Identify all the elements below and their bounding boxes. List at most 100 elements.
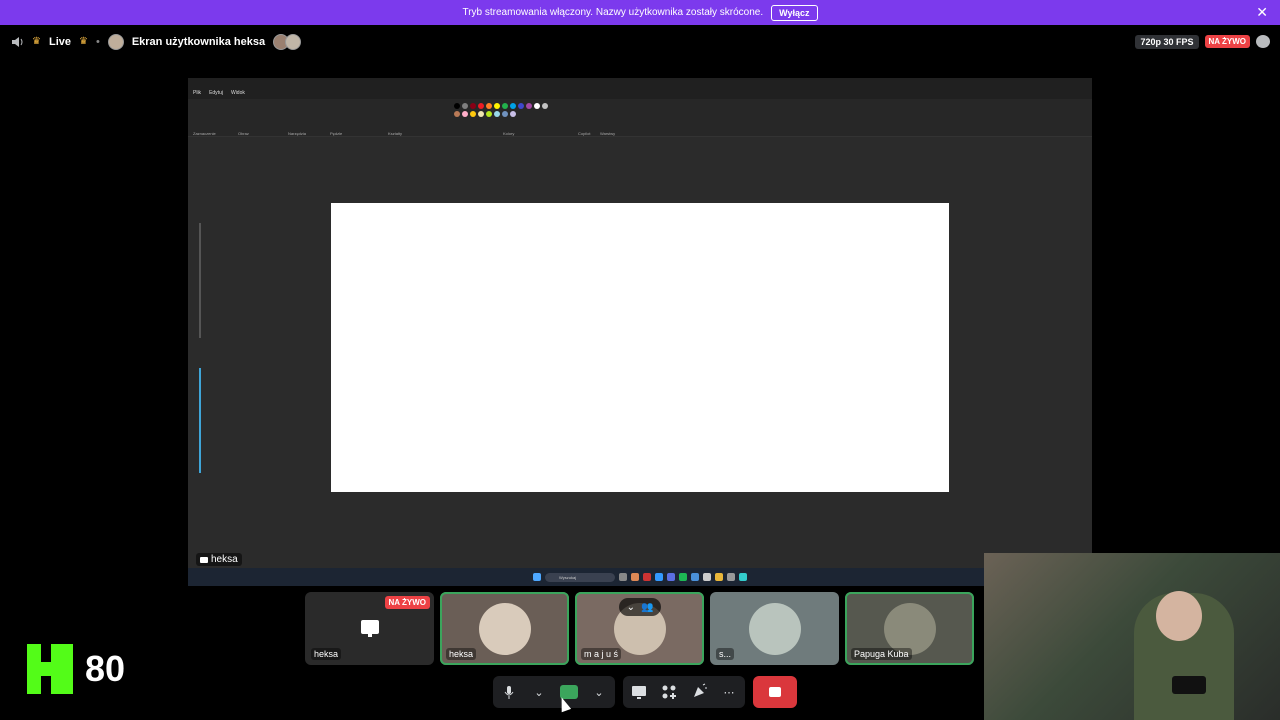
close-icon[interactable]: ✕	[1256, 4, 1268, 21]
ribbon-group-shapes[interactable]: Kształty	[388, 102, 408, 136]
live-label: Live	[48, 35, 71, 48]
taskbar-app-icon[interactable]	[703, 573, 711, 581]
streamer-webcam	[984, 553, 1280, 720]
separator: •	[95, 35, 100, 48]
call-controls: ⌄ ⌄ ⋯	[493, 676, 797, 708]
screen-owner-label: heksa	[196, 553, 242, 566]
taskbar-app-icon[interactable]	[655, 573, 663, 581]
color-swatch[interactable]	[470, 103, 476, 109]
mic-icon[interactable]	[499, 682, 519, 702]
taskbar-search[interactable]: Wyszukaj	[545, 572, 615, 582]
live-badge: NA ŻYWO	[1204, 35, 1250, 48]
taskbar-app-icon[interactable]	[715, 573, 723, 581]
channel-title: Ekran użytkownika heksa	[131, 35, 266, 48]
activities-icon[interactable]	[659, 682, 679, 702]
color-swatch[interactable]	[494, 111, 500, 117]
ribbon-label: Warstwy	[600, 131, 616, 136]
chevron-down-icon[interactable]: ⌄	[589, 682, 609, 702]
viewer-avatars[interactable]	[273, 33, 302, 50]
taskbar-app-icon[interactable]	[667, 573, 675, 581]
ribbon-group-brushes[interactable]: Pędzle	[330, 102, 345, 136]
participant-tile[interactable]: Papuga Kuba	[845, 592, 974, 665]
ribbon-label: Kształty	[388, 131, 403, 136]
ribbon-label: Narzędzia	[288, 131, 307, 136]
chevron-down-icon[interactable]: ⌄	[529, 682, 549, 702]
taskbar-app-icon[interactable]	[643, 573, 651, 581]
color-swatch[interactable]	[542, 103, 548, 109]
taskbar-app-icon[interactable]	[631, 573, 639, 581]
participant-tile[interactable]: NA ŻYWO heksa	[305, 592, 434, 665]
taskbar-app-icon[interactable]	[619, 573, 627, 581]
taskbar-app-icon[interactable]	[691, 573, 699, 581]
paint-ribbon: Zaznaczenie Obraz Narzędzia Pędzle Kszta…	[188, 99, 1092, 137]
participant-tile[interactable]: ⌄ 👥 m a j u ś	[575, 592, 704, 665]
shared-screen[interactable]: Plik Edytuj Widok Zaznaczenie Obraz Narz…	[188, 78, 1092, 586]
screen-share-icon[interactable]	[629, 682, 649, 702]
top-bar: ♛ Live ♛ • Ekran użytkownika heksa 720p …	[0, 25, 1280, 58]
color-swatch[interactable]	[510, 111, 516, 117]
stream-quality-badge: 720p 30 FPS	[1135, 34, 1199, 49]
color-swatch[interactable]	[478, 111, 484, 117]
color-swatch[interactable]	[486, 103, 492, 109]
disconnect-button[interactable]	[753, 676, 797, 708]
slider-track-active	[199, 368, 201, 473]
ribbon-label: Copilot	[578, 131, 591, 136]
participant-tile[interactable]: heksa	[440, 592, 569, 665]
ribbon-label: Kolory	[503, 131, 515, 136]
screen-share-icon	[361, 620, 379, 637]
color-palette[interactable]	[453, 102, 553, 118]
ribbon-group-colors[interactable]: Kolory	[453, 102, 553, 136]
ribbon-label: Pędzle	[330, 131, 343, 136]
avatar	[883, 602, 936, 655]
avatar	[285, 33, 302, 50]
color-swatch[interactable]	[510, 103, 516, 109]
participant-name: s...	[716, 648, 735, 660]
banner-text: Tryb streamowania włączony. Nazwy użytko…	[462, 7, 764, 18]
color-swatch[interactable]	[494, 103, 500, 109]
menu-item-view[interactable]: Widok	[231, 90, 245, 96]
avatar	[748, 602, 801, 655]
ribbon-group-tools[interactable]: Narzędzia	[288, 102, 323, 136]
chat-icon[interactable]	[1256, 35, 1270, 48]
soundboard-icon[interactable]	[689, 682, 709, 702]
taskbar-app-icon[interactable]	[739, 573, 747, 581]
color-swatch[interactable]	[486, 111, 492, 117]
color-swatch[interactable]	[454, 103, 460, 109]
color-swatch[interactable]	[534, 103, 540, 109]
ribbon-group-layers[interactable]: Warstwy	[600, 102, 620, 136]
color-swatch[interactable]	[502, 111, 508, 117]
ribbon-group-selection[interactable]: Zaznaczenie	[193, 102, 218, 136]
color-swatch[interactable]	[478, 103, 484, 109]
slider-track	[199, 223, 201, 338]
taskbar-app-icon[interactable]	[727, 573, 735, 581]
taskbar-app-icon[interactable]	[679, 573, 687, 581]
kick-viewer-counter: 80	[27, 644, 125, 694]
paint-canvas[interactable]	[331, 203, 949, 492]
color-swatch[interactable]	[454, 111, 460, 117]
zoom-slider[interactable]	[198, 223, 202, 483]
participant-name: Papuga Kuba	[851, 648, 912, 660]
color-swatch[interactable]	[462, 103, 468, 109]
windows-start-icon[interactable]	[533, 573, 541, 581]
crown-icon: ♛	[32, 36, 41, 47]
speaker-icon[interactable]	[10, 35, 24, 49]
color-swatch[interactable]	[526, 103, 532, 109]
more-icon[interactable]: ⋯	[719, 682, 739, 702]
menu-item-edit[interactable]: Edytuj	[209, 90, 223, 96]
participant-tile[interactable]: s...	[710, 592, 839, 665]
tile-options[interactable]: ⌄ 👥	[619, 598, 661, 616]
ribbon-group-copilot[interactable]: Copilot	[578, 102, 598, 136]
menu-item-file[interactable]: Plik	[193, 90, 201, 96]
color-swatch[interactable]	[518, 103, 524, 109]
disconnect-icon	[769, 687, 781, 697]
streamer-mode-banner: Tryb streamowania włączony. Nazwy użytko…	[0, 0, 1280, 25]
color-swatch[interactable]	[462, 111, 468, 117]
ribbon-label: Zaznaczenie	[193, 131, 216, 136]
ribbon-label: Obraz	[238, 131, 249, 136]
color-swatch[interactable]	[502, 103, 508, 109]
monitor-icon	[200, 556, 208, 563]
avatar	[478, 602, 531, 655]
ribbon-group-image[interactable]: Obraz	[238, 102, 268, 136]
disable-streamer-mode-button[interactable]: Wyłącz	[771, 4, 818, 21]
color-swatch[interactable]	[470, 111, 476, 117]
